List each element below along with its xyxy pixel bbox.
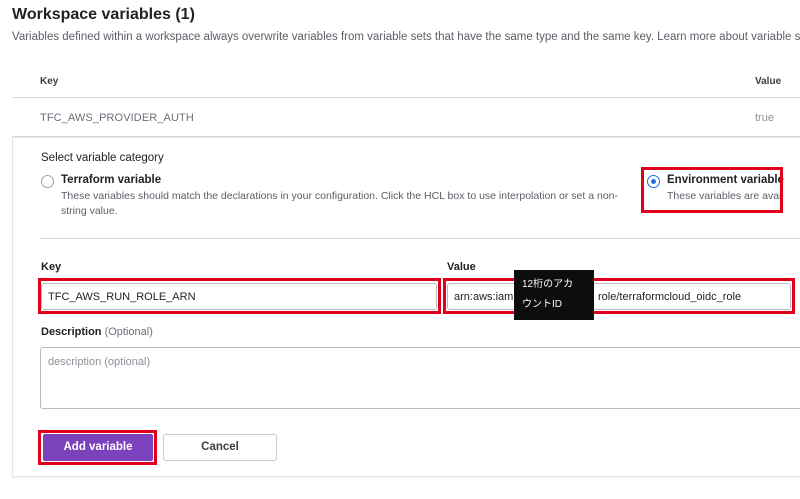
description-placeholder: description (optional): [48, 356, 151, 368]
page-description: Variables defined within a workspace alw…: [12, 31, 800, 43]
terraform-variable-radio[interactable]: [41, 175, 54, 188]
terraform-variable-label[interactable]: Terraform variable: [61, 174, 161, 186]
variables-table-header: Key Value: [12, 64, 800, 98]
key-label: Key: [41, 261, 62, 273]
table-row[interactable]: TFC_AWS_PROVIDER_AUTH true: [12, 98, 800, 137]
description-textarea[interactable]: description (optional): [40, 347, 800, 409]
variable-value-cell: true: [755, 112, 774, 124]
column-header-value: Value: [755, 76, 782, 87]
value-input[interactable]: arn:aws:iam role/terraformcloud_oidc_rol…: [447, 283, 791, 310]
column-header-key: Key: [40, 76, 59, 87]
terraform-variable-description-line2: string value.: [61, 205, 118, 217]
terraform-variable-description: These variables should match the declara…: [61, 189, 661, 219]
divider: [40, 238, 800, 239]
page-title: Workspace variables (1): [12, 6, 195, 23]
tooltip-line1: 12桁のアカ: [522, 279, 574, 290]
environment-variable-radio[interactable]: [647, 175, 660, 188]
description-label-text: Description: [41, 326, 102, 338]
account-id-tooltip: 12桁のアカ ウントID: [514, 270, 594, 320]
value-input-prefix: arn:aws:iam: [454, 291, 514, 303]
description-label: Description (Optional): [41, 326, 153, 338]
value-input-suffix: role/terraformcloud_oidc_role: [598, 291, 742, 303]
cancel-button[interactable]: Cancel: [163, 434, 277, 461]
variable-category-title: Select variable category: [41, 152, 164, 164]
environment-variable-label[interactable]: Environment variable: [667, 174, 784, 186]
add-variable-button[interactable]: Add variable: [43, 434, 153, 461]
key-input[interactable]: TFC_AWS_RUN_ROLE_ARN: [41, 283, 437, 310]
description-optional-text: (Optional): [104, 326, 153, 338]
environment-variable-description: These variables are availab: [667, 190, 781, 202]
terraform-variable-description-line1: These variables should match the declara…: [61, 190, 618, 202]
variable-key-cell: TFC_AWS_PROVIDER_AUTH: [40, 112, 194, 124]
value-label: Value: [447, 261, 476, 273]
tooltip-line2: ウントID: [522, 299, 562, 310]
